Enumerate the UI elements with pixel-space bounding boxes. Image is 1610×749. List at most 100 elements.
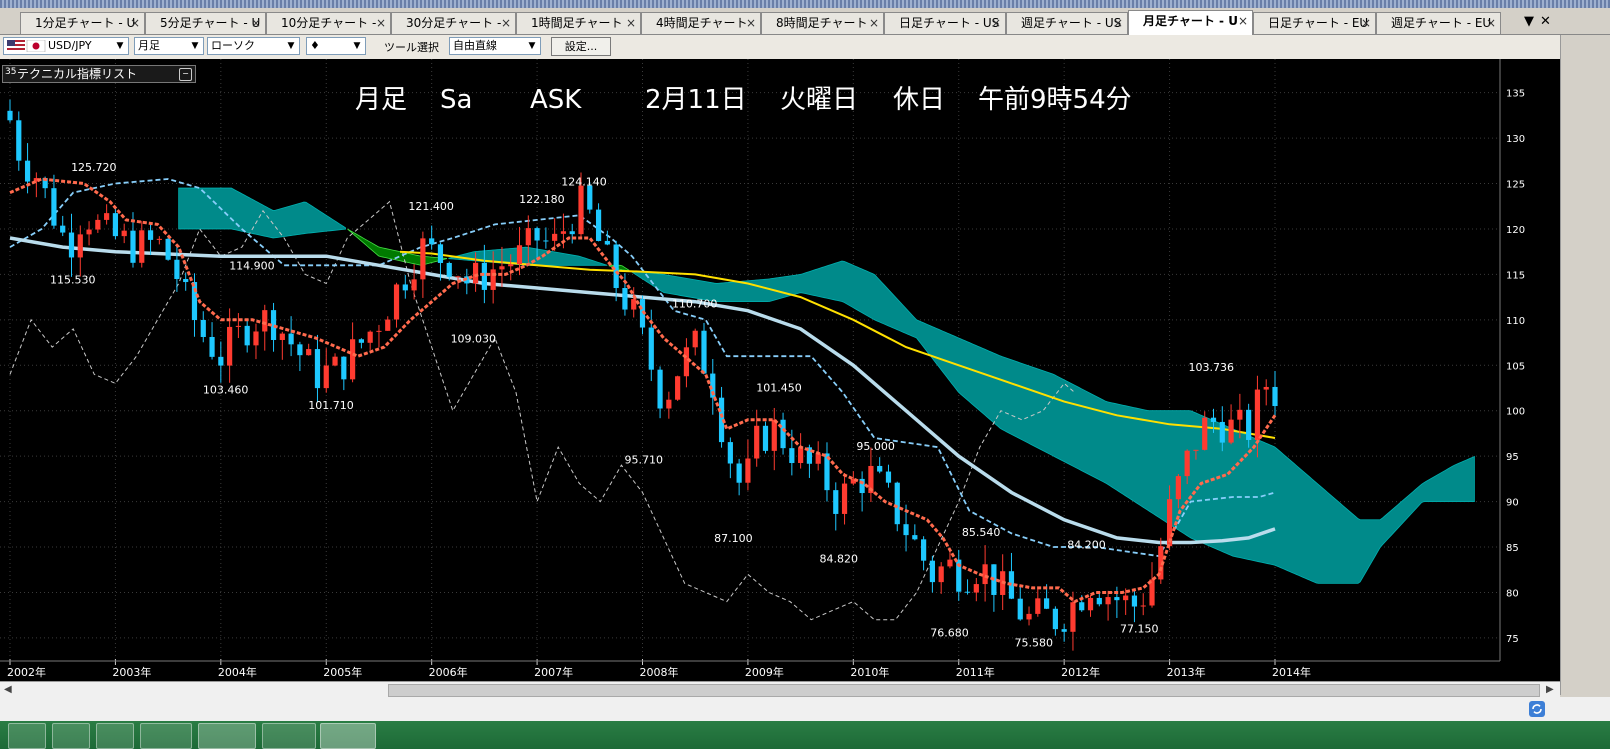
close-icon[interactable]: ×: [991, 13, 1001, 33]
tab-label: 5分足チャート - U: [160, 16, 261, 30]
candle-body: [1246, 409, 1252, 440]
candle-body: [235, 325, 242, 327]
candle-body: [279, 333, 285, 340]
close-icon[interactable]: ×: [746, 13, 756, 33]
candle-body: [1043, 598, 1050, 609]
candle-body: [1105, 597, 1111, 605]
tab-8[interactable]: 日足チャート - US ×: [884, 12, 1006, 34]
chevron-down-icon: ▼: [353, 41, 361, 51]
tab-11[interactable]: 日足チャート - EU ×: [1253, 12, 1376, 34]
close-icon[interactable]: ×: [869, 13, 879, 33]
tab-label: 週足チャート - US: [1021, 16, 1122, 30]
candle-body: [68, 232, 75, 258]
tab-2[interactable]: 5分足チャート - U ×: [145, 12, 266, 34]
scroll-right-icon[interactable]: ▶: [1546, 682, 1554, 698]
candle-body: [16, 120, 22, 161]
tab-5[interactable]: 1時間足チャート ×: [516, 12, 641, 34]
candle-body: [297, 344, 303, 356]
y-tick-label: 110: [1506, 316, 1525, 327]
close-tab-icon[interactable]: ✕: [1540, 14, 1551, 29]
close-icon[interactable]: ×: [1361, 13, 1371, 33]
x-tick-label: 2014年: [1272, 665, 1311, 679]
tab-10[interactable]: 月足チャート - U ×: [1128, 10, 1253, 35]
tab-label: 8時間足チャート: [776, 16, 868, 30]
candle-body: [1140, 605, 1146, 607]
taskbar-app-icon[interactable]: [52, 723, 90, 749]
taskbar-window-active[interactable]: [320, 723, 376, 749]
y-tick-label: 105: [1506, 361, 1525, 372]
close-icon[interactable]: ×: [626, 13, 636, 33]
candle-body: [929, 560, 935, 583]
close-icon[interactable]: ×: [501, 13, 511, 33]
close-icon[interactable]: ×: [1113, 13, 1123, 33]
candle-body: [1228, 419, 1234, 443]
candle-body: [789, 448, 795, 464]
candle-body: [798, 447, 804, 464]
y-tick-label: 135: [1506, 89, 1525, 100]
candle-body: [833, 490, 839, 514]
tab-12[interactable]: 週足チャート - EU ×: [1376, 12, 1501, 34]
price-label: 125.720: [71, 161, 117, 174]
candle-body: [429, 238, 435, 245]
x-tick-label: 2011年: [956, 665, 995, 679]
scroll-left-icon[interactable]: ◀: [4, 682, 12, 698]
horizontal-scrollbar[interactable]: ◀ ▶: [0, 681, 1560, 698]
tab-9[interactable]: 週足チャート - US ×: [1006, 12, 1128, 34]
candle-body: [815, 453, 821, 464]
taskbar-app-icon[interactable]: [8, 723, 46, 749]
drawing-tool-select[interactable]: 自由直線 ▼: [449, 37, 541, 55]
tab-3[interactable]: 10分足チャート - ×: [266, 12, 391, 34]
price-label: 103.460: [203, 383, 249, 396]
chart-type-select[interactable]: ローソク ▼: [207, 37, 300, 55]
candle-body: [24, 160, 31, 182]
marker-label: ♦: [310, 39, 320, 52]
indicator-list-label: テクニカル指標リスト: [17, 67, 138, 81]
settings-button[interactable]: 設定...: [551, 37, 611, 56]
close-icon[interactable]: ×: [376, 13, 386, 33]
taskbar-window[interactable]: [198, 723, 256, 749]
tab-6[interactable]: 4時間足チャート ×: [641, 12, 761, 34]
price-chart[interactable]: 125.720 115.530 114.900 103.460 101.710 121.4…: [0, 59, 1560, 681]
candle-body: [947, 559, 953, 567]
tab-7[interactable]: 8時間足チャート ×: [761, 12, 884, 34]
candle-body: [358, 339, 364, 343]
scroll-thumb[interactable]: [388, 684, 1540, 697]
price-label: 84.200: [1067, 538, 1106, 551]
indicator-list-button[interactable]: 35 テクニカル指標リスト −: [2, 65, 196, 83]
candle-body: [437, 244, 444, 263]
y-tick-label: 80: [1506, 588, 1519, 599]
taskbar-window[interactable]: [262, 723, 316, 749]
y-tick-label: 115: [1506, 270, 1525, 281]
candle-body: [912, 535, 918, 540]
timeframe-select[interactable]: 月足 ▼: [134, 37, 204, 55]
candle-body: [1254, 389, 1261, 440]
candle-body: [121, 230, 127, 237]
candle-body: [657, 369, 663, 409]
sync-icon[interactable]: [1528, 700, 1546, 718]
cloud-segment: [178, 187, 346, 239]
marker-select[interactable]: ♦ ▼: [306, 37, 366, 55]
tab-4[interactable]: 30分足チャート - ×: [391, 12, 516, 34]
tab-label: 月足チャート - U: [1143, 14, 1238, 28]
tab-label: 日足チャート - EU: [1268, 16, 1369, 30]
candle-body: [1035, 598, 1041, 614]
tab-1[interactable]: 1分足チャート - U ×: [20, 12, 145, 34]
price-label: 77.150: [1120, 622, 1159, 635]
candle-body: [1175, 476, 1181, 500]
collapse-icon[interactable]: −: [179, 68, 192, 81]
close-icon[interactable]: ×: [1486, 13, 1496, 33]
candlestick-chart[interactable]: 125.720 115.530 114.900 103.460 101.710 121.4…: [0, 59, 1560, 681]
close-icon[interactable]: ×: [251, 13, 261, 33]
taskbar-app-icon[interactable]: [96, 723, 134, 749]
candle-body: [666, 399, 672, 409]
taskbar-app-icon[interactable]: [140, 723, 192, 749]
tab-list-dropdown[interactable]: ▼: [1524, 14, 1534, 29]
currency-pair-select[interactable]: USD/JPY ▼: [3, 37, 129, 55]
price-label: 101.710: [308, 399, 354, 412]
price-label: 121.400: [408, 200, 454, 213]
price-label: 114.900: [229, 259, 275, 272]
close-icon[interactable]: ×: [130, 13, 140, 33]
candle-body: [1017, 598, 1023, 620]
candle-body: [218, 356, 224, 366]
close-icon[interactable]: ×: [1238, 11, 1248, 31]
